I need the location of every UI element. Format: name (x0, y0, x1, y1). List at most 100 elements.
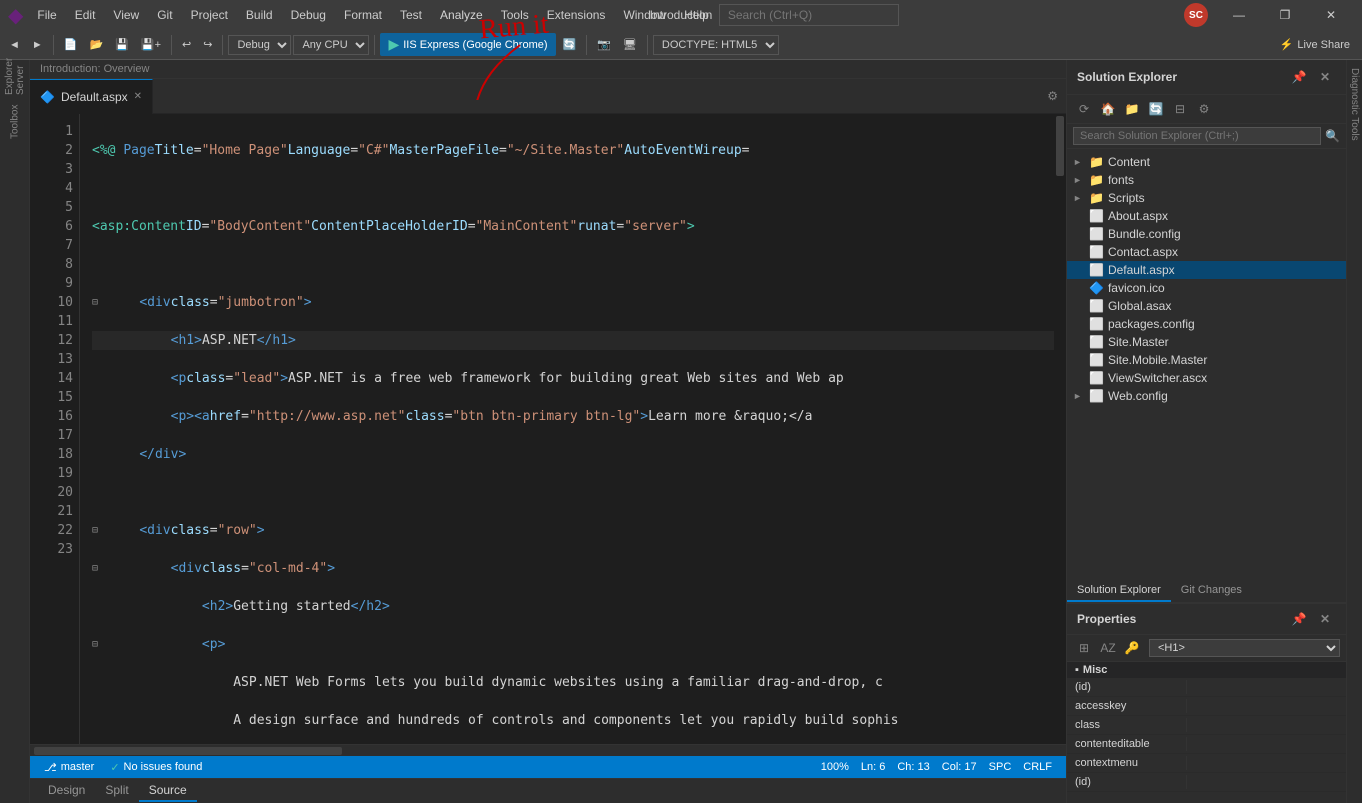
prop-close-icon[interactable]: ✕ (1314, 608, 1336, 630)
tab-source[interactable]: Source (139, 780, 197, 802)
char-indicator[interactable]: Ch: 13 (891, 756, 935, 778)
refresh-button[interactable]: 🔄 (558, 35, 582, 54)
zoom-indicator[interactable]: 100% (815, 756, 855, 778)
tree-item-about[interactable]: ⬜ About.aspx (1067, 207, 1346, 225)
tree-item-webconfig[interactable]: ► ⬜ Web.config (1067, 387, 1346, 405)
prop-value-class[interactable] (1187, 718, 1203, 732)
line-indicator[interactable]: Ln: 6 (855, 756, 891, 778)
monitor-button[interactable]: 🖥 (618, 35, 642, 54)
tree-item-contact[interactable]: ⬜ Contact.aspx (1067, 243, 1346, 261)
ch-label: Ch: 13 (897, 761, 929, 773)
undo-button[interactable]: ↩ (177, 35, 196, 54)
tree-item-sitemobile[interactable]: ⬜ Site.Mobile.Master (1067, 351, 1346, 369)
menu-build[interactable]: Build (238, 4, 281, 26)
cpu-dropdown[interactable]: Any CPU (293, 35, 369, 55)
se-tb-folder[interactable]: 📁 (1121, 98, 1143, 120)
tree-item-fonts[interactable]: ► 📁 fonts (1067, 171, 1346, 189)
doctype-dropdown[interactable]: DOCTYPE: HTML5 (653, 35, 779, 55)
prop-row-accesskey: accesskey (1067, 697, 1346, 716)
prop-value-contenteditable[interactable] (1187, 737, 1203, 751)
menu-test[interactable]: Test (392, 4, 430, 26)
tab-split[interactable]: Split (95, 780, 138, 802)
spc-indicator[interactable]: SPC (983, 756, 1018, 778)
prop-sort-icon[interactable]: ⊞ (1073, 637, 1095, 659)
no-issues-indicator[interactable]: ✓ No issues found (104, 756, 208, 778)
element-dropdown[interactable]: <H1> (1149, 639, 1340, 657)
se-tb-settings[interactable]: ⚙ (1193, 98, 1215, 120)
toolbox-icon[interactable]: Toolbox (3, 110, 27, 134)
tree-item-global[interactable]: ⬜ Global.asax (1067, 297, 1346, 315)
menu-analyze[interactable]: Analyze (432, 4, 491, 26)
debug-config-dropdown[interactable]: Debug (228, 35, 291, 55)
se-search-bar: 🔍 (1067, 124, 1346, 149)
se-search-input[interactable] (1073, 127, 1321, 145)
se-tb-refresh[interactable]: 🔄 (1145, 98, 1167, 120)
tree-item-bundle[interactable]: ⬜ Bundle.config (1067, 225, 1346, 243)
save-button[interactable]: 💾 (110, 35, 134, 54)
vertical-scrollbar[interactable] (1054, 114, 1066, 744)
minimize-button[interactable]: — (1216, 0, 1262, 30)
run-button[interactable]: ▶ IIS Express (Google Chrome) (380, 33, 555, 56)
item-label: ViewSwitcher.ascx (1108, 371, 1207, 385)
menu-view[interactable]: View (105, 4, 147, 26)
se-tb-sync[interactable]: ⟳ (1073, 98, 1095, 120)
save-all-button[interactable]: 💾+ (136, 35, 166, 54)
close-button[interactable]: ✕ (1308, 0, 1354, 30)
menu-edit[interactable]: Edit (67, 4, 104, 26)
liveshare-button[interactable]: ⚡ Live Share (1272, 35, 1358, 54)
se-tb-collapse[interactable]: ⊟ (1169, 98, 1191, 120)
back-button[interactable]: ◄ (4, 36, 25, 54)
se-tab-solution[interactable]: Solution Explorer (1067, 580, 1171, 602)
menu-extensions[interactable]: Extensions (539, 4, 614, 26)
menu-debug[interactable]: Debug (283, 4, 334, 26)
se-pin-icon[interactable]: 📌 (1288, 66, 1310, 88)
scrollbar-thumb[interactable] (1056, 116, 1064, 176)
item-label: Site.Master (1108, 335, 1169, 349)
menu-file[interactable]: File (29, 4, 64, 26)
prop-value-id[interactable] (1187, 680, 1203, 694)
se-search-icon[interactable]: 🔍 (1325, 129, 1340, 143)
server-explorer-icon[interactable]: Server Explorer (3, 64, 27, 88)
se-tb-home[interactable]: 🏠 (1097, 98, 1119, 120)
menu-git[interactable]: Git (149, 4, 180, 26)
open-button[interactable]: 📂 (84, 35, 108, 54)
tree-item-scripts[interactable]: ► 📁 Scripts (1067, 189, 1346, 207)
redo-button[interactable]: ↪ (198, 35, 217, 54)
close-tab-icon[interactable]: ✕ (134, 91, 142, 102)
tab-design[interactable]: Design (38, 780, 95, 802)
prop-value-accesskey[interactable] (1187, 699, 1203, 713)
menu-tools[interactable]: Tools (493, 4, 537, 26)
se-close-icon[interactable]: ✕ (1314, 66, 1336, 88)
code-line-16: A design surface and hundreds of control… (92, 711, 1054, 730)
code-line-11: ⊟ <div class="row"> (92, 521, 1054, 540)
diagnostic-tools-icon[interactable]: Diagnostic Tools (1347, 64, 1362, 145)
code-content[interactable]: <%@ Page Title="Home Page" Language="C#"… (80, 114, 1054, 744)
separator-4 (374, 35, 375, 55)
prop-pin-icon[interactable]: 📌 (1288, 608, 1310, 630)
prop-az-icon[interactable]: AZ (1097, 637, 1119, 659)
tree-item-default[interactable]: ⬜ Default.aspx (1067, 261, 1346, 279)
forward-button[interactable]: ► (27, 36, 48, 54)
tree-item-sitemaster[interactable]: ⬜ Site.Master (1067, 333, 1346, 351)
prop-filter-icon[interactable]: 🔑 (1121, 637, 1143, 659)
search-input[interactable] (719, 4, 899, 26)
restore-button[interactable]: ❐ (1262, 0, 1308, 30)
menu-project[interactable]: Project (183, 4, 236, 26)
menu-format[interactable]: Format (336, 4, 390, 26)
tree-item-favicon[interactable]: 🔷 favicon.ico (1067, 279, 1346, 297)
prop-value-id2[interactable] (1187, 775, 1203, 789)
crlf-indicator[interactable]: CRLF (1017, 756, 1058, 778)
prop-category-misc[interactable]: ▪ Misc (1067, 662, 1346, 678)
horizontal-scrollbar[interactable] (30, 744, 1066, 756)
tree-item-packages[interactable]: ⬜ packages.config (1067, 315, 1346, 333)
se-tab-git[interactable]: Git Changes (1171, 580, 1252, 602)
screenshot-button[interactable]: 📷 (592, 35, 616, 54)
tree-item-viewswitcher[interactable]: ⬜ ViewSwitcher.ascx (1067, 369, 1346, 387)
new-file-button[interactable]: 📄 (59, 35, 83, 54)
tab-gear-icon[interactable]: ⚙ (1039, 89, 1066, 103)
git-branch[interactable]: ⎇ master (38, 756, 100, 778)
prop-value-contextmenu[interactable] (1187, 756, 1203, 770)
file-tab-default-aspx[interactable]: 🔷 Default.aspx ✕ (30, 79, 153, 114)
col-indicator[interactable]: Col: 17 (936, 756, 983, 778)
tree-item-content[interactable]: ► 📁 Content (1067, 153, 1346, 171)
